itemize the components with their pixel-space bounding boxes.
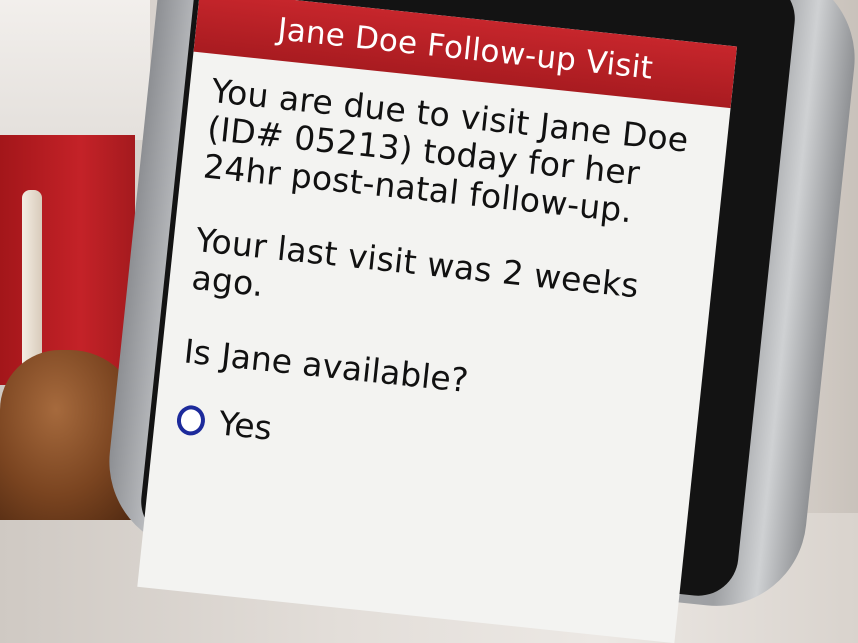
option-yes-label: Yes xyxy=(216,403,274,448)
radio-button[interactable] xyxy=(175,404,207,437)
last-visit-message: Your last visit was 2 weeks ago. xyxy=(189,220,641,306)
phone-screen: Jane Doe Follow-up Visit You are due to … xyxy=(137,0,738,643)
background-red-object xyxy=(0,135,135,385)
background-white-strip xyxy=(22,190,42,370)
screen-content: You are due to visit Jane Doe (ID# 05213… xyxy=(153,52,730,492)
background-wall xyxy=(0,0,150,140)
